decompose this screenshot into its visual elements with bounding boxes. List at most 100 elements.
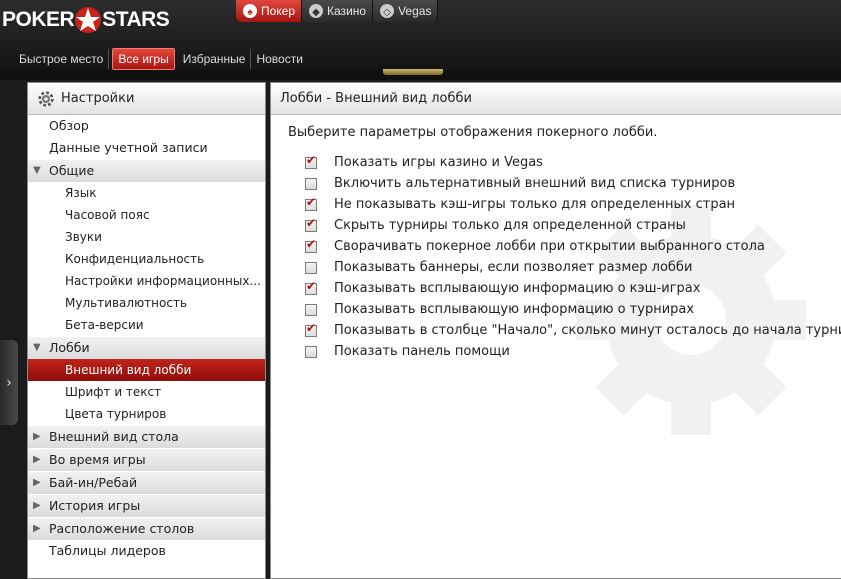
top-divider-strip (0, 69, 841, 80)
sidebar-item[interactable]: Данные учетной записи (28, 137, 265, 159)
option-checkbox[interactable] (305, 153, 317, 169)
sidebar-item-label: Цвета турниров (65, 407, 167, 421)
sidebar-group[interactable]: ▶ История игры (28, 494, 265, 517)
option-label: Скрыть турниры только для определенной с… (334, 218, 686, 233)
sidebar-item-label: Бета-версии (65, 318, 144, 332)
option-checkbox[interactable] (305, 177, 317, 190)
sidebar-item[interactable]: Настройки информационных... (28, 270, 265, 292)
option-label: Показать игры казино и Vegas (334, 155, 543, 170)
poker-spade-icon: ♠ (242, 3, 258, 19)
option-row[interactable]: Сворачивать покерное лобби при открытии … (305, 236, 841, 257)
triangle-down-icon: ▼ (33, 342, 41, 353)
svg-text:♠: ♠ (247, 7, 253, 18)
settings-nav: Обзор Данные учетной записи ▼ Общие Язык Часо… (28, 115, 265, 562)
logo-text-right: STARS (102, 8, 170, 31)
sidebar-item[interactable]: Часовой пояс (28, 204, 265, 226)
options-list: Показать игры казино и Vegas Включить аль… (305, 152, 841, 362)
sidebar-item[interactable]: Обзор (28, 115, 265, 137)
nav-tab-3[interactable]: Новости (251, 49, 307, 69)
option-row[interactable]: Показывать баннеры, если позволяет разме… (305, 257, 841, 278)
triangle-down-icon: ▼ (33, 165, 41, 176)
sidebar-group[interactable]: ▶ Во время игры (28, 448, 265, 471)
option-row[interactable]: Показывать всплывающую информацию о кэш-… (305, 278, 841, 299)
option-checkbox[interactable] (305, 237, 317, 253)
option-label: Показывать всплывающую информацию о турн… (334, 302, 695, 317)
option-label: Показывать в столбце "Начало", сколько м… (334, 323, 841, 338)
triangle-right-icon: ▶ (33, 500, 41, 511)
sidebar-group[interactable]: ▼ Общие (28, 159, 265, 182)
sidebar-group[interactable]: ▶ Внешний вид стола (28, 425, 265, 448)
option-label: Не показывать кэш-игры только для опреде… (334, 197, 736, 212)
sidebar-item-label: Шрифт и текст (65, 385, 162, 399)
star-icon (75, 7, 102, 33)
sidebar-group[interactable]: ▼ Лобби (28, 336, 265, 359)
sidebar-item[interactable]: Мультивалютность (28, 292, 265, 314)
nav-tab-0[interactable]: Быстрое место (14, 49, 110, 69)
sidebar-item-label: Данные учетной записи (49, 140, 208, 155)
sidebar-item-label: Звуки (65, 230, 102, 244)
sidebar-item-label: Мультивалютность (65, 296, 188, 310)
sidebar-item-label: Расположение столов (49, 521, 195, 536)
sidebar-item-label: Конфиденциальность (65, 252, 205, 266)
triangle-right-icon: ▶ (33, 477, 41, 488)
sidebar-group[interactable]: ▶ Бай-ин/Ребай (28, 471, 265, 494)
sidebar-item-label: Лобби (49, 340, 90, 355)
pokerstars-logo[interactable]: POKER STARS (2, 5, 170, 35)
vegas-icon: ◇ (379, 3, 395, 19)
nav-tab-1[interactable]: Все игры (112, 48, 175, 70)
option-row[interactable]: Показывать в столбце "Начало", сколько м… (305, 320, 841, 341)
nav-tab-2[interactable]: Избранные (178, 49, 252, 69)
triangle-right-icon: ▶ (33, 431, 41, 442)
svg-text:◆: ◆ (312, 7, 320, 18)
option-checkbox[interactable] (305, 216, 317, 232)
sidebar-group[interactable]: ▶ Расположение столов (28, 517, 265, 540)
option-label: Сворачивать покерное лобби при открытии … (334, 239, 765, 254)
option-label: Включить альтернативный внешний вид спис… (334, 176, 736, 191)
settings-header: Настройки (28, 83, 265, 115)
sidebar-item-label: Внешний вид стола (49, 429, 179, 444)
content-title: Лобби - Внешний вид лобби (280, 91, 472, 106)
gear-icon (38, 90, 54, 107)
sidebar-item-label: Общие (49, 163, 95, 178)
option-checkbox[interactable] (305, 279, 317, 295)
option-checkbox[interactable] (305, 303, 317, 316)
product-tab-2[interactable]: ◇ Vegas (373, 0, 439, 22)
option-row[interactable]: Показывать всплывающую информацию о турн… (305, 299, 841, 320)
option-checkbox[interactable] (305, 195, 317, 211)
option-row[interactable]: Скрыть турниры только для определенной с… (305, 215, 841, 236)
product-tab-label: Покер (261, 4, 296, 18)
product-tabs: ♠ Покер ◆ Казино ◇ Vegas (236, 0, 439, 22)
sidebar-item[interactable]: Конфиденциальность (28, 248, 265, 270)
product-tab-0[interactable]: ♠ Покер (236, 0, 303, 22)
sidebar-item[interactable]: Шрифт и текст (28, 381, 265, 403)
option-checkbox[interactable] (305, 321, 317, 337)
sidebar-item-label: Внешний вид лобби (65, 363, 192, 377)
product-tab-label: Vegas (398, 4, 432, 18)
option-label: Показывать баннеры, если позволяет разме… (334, 260, 693, 275)
content-description: Выберите параметры отображения покерного… (288, 125, 658, 140)
sidebar-item[interactable]: Цвета турниров (28, 403, 265, 425)
option-row[interactable]: Показать панель помощи (305, 341, 841, 362)
settings-title: Настройки (61, 91, 135, 106)
option-checkbox[interactable] (305, 345, 317, 358)
option-label: Показывать всплывающую информацию о кэш-… (334, 281, 701, 296)
sidebar-item[interactable]: Внешний вид лобби (28, 359, 265, 381)
strip-ornament (383, 69, 443, 75)
sidebar-item-label: Обзор (49, 118, 89, 133)
option-checkbox[interactable] (305, 261, 317, 274)
product-tab-label: Казино (327, 4, 367, 18)
product-tab-1[interactable]: ◆ Казино (302, 0, 374, 22)
sidebar-item[interactable]: Бета-версии (28, 314, 265, 336)
option-row[interactable]: Не показывать кэш-игры только для опреде… (305, 194, 841, 215)
option-row[interactable]: Показать игры казино и Vegas (305, 152, 841, 173)
sidebar-item[interactable]: Звуки (28, 226, 265, 248)
sidebar-toggle-handle[interactable]: › (0, 340, 18, 425)
settings-content: Лобби - Внешний вид лобби Выберите парам… (270, 82, 841, 579)
sidebar-item-label: Во время игры (49, 452, 146, 467)
sidebar-item-label: Часовой пояс (65, 208, 150, 222)
sidebar-item[interactable]: Язык (28, 182, 265, 204)
sidebar-item-label: Таблицы лидеров (49, 543, 166, 558)
sidebar-item[interactable]: Таблицы лидеров (28, 540, 265, 562)
option-row[interactable]: Включить альтернативный внешний вид спис… (305, 173, 841, 194)
option-label: Показать панель помощи (334, 344, 510, 359)
